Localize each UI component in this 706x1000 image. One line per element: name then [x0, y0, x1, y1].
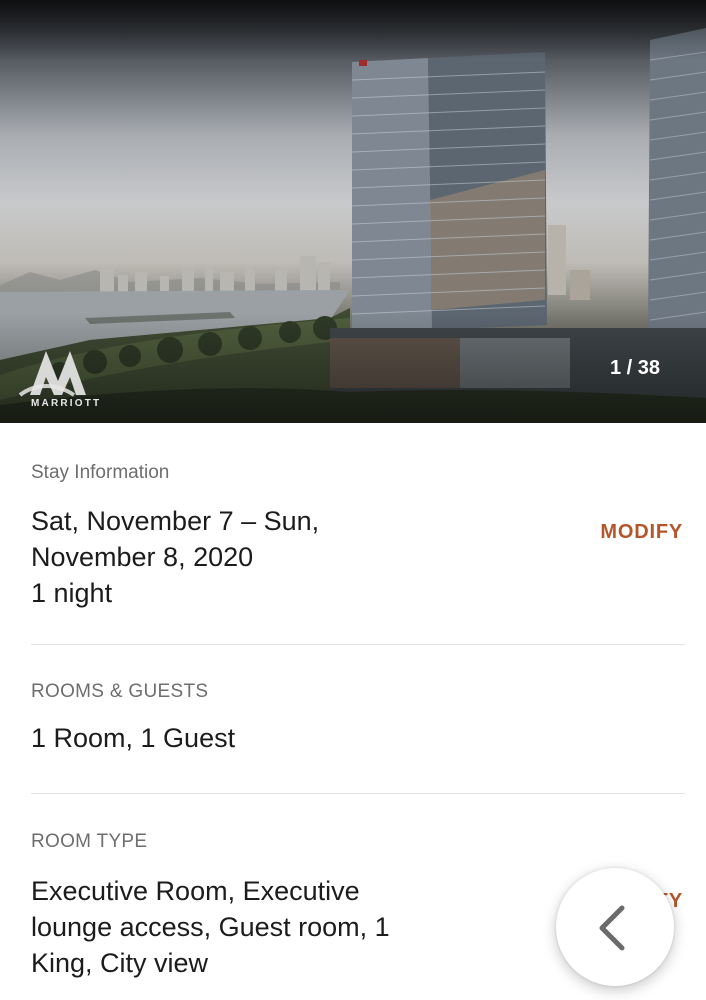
- rooms-guests-label: ROOMS & GUESTS: [31, 681, 209, 702]
- stay-dates-line-2: November 8, 2020: [31, 542, 254, 572]
- stay-nights: 1 night: [31, 578, 113, 608]
- chevron-left-icon: [599, 905, 625, 951]
- stay-dates: Sat, November 7 – Sun, November 8, 2020 …: [31, 503, 685, 611]
- hotel-photo-gallery[interactable]: MARRIOTT 1 / 38: [0, 0, 706, 423]
- rooms-guests-value-wrap[interactable]: 1 Room, 1 Guest: [31, 720, 685, 756]
- modify-stay-button[interactable]: MODIFY: [600, 521, 683, 544]
- stay-information-section: Stay Information: [31, 462, 685, 484]
- brand-name: MARRIOTT: [31, 398, 102, 409]
- photo-counter: 1 / 38: [609, 357, 660, 379]
- rooms-guests-section: ROOMS & GUESTS: [31, 681, 685, 703]
- back-button[interactable]: [556, 868, 674, 986]
- stay-dates-line-1: Sat, November 7 – Sun,: [31, 506, 320, 536]
- photo-top-shade: [0, 0, 706, 60]
- room-type-label: ROOM TYPE: [31, 831, 148, 852]
- rooms-guests-value[interactable]: 1 Room, 1 Guest: [31, 720, 685, 756]
- stay-information-label: Stay Information: [31, 462, 170, 483]
- divider: [31, 793, 685, 794]
- room-type-section: ROOM TYPE: [31, 831, 685, 853]
- divider: [31, 644, 685, 645]
